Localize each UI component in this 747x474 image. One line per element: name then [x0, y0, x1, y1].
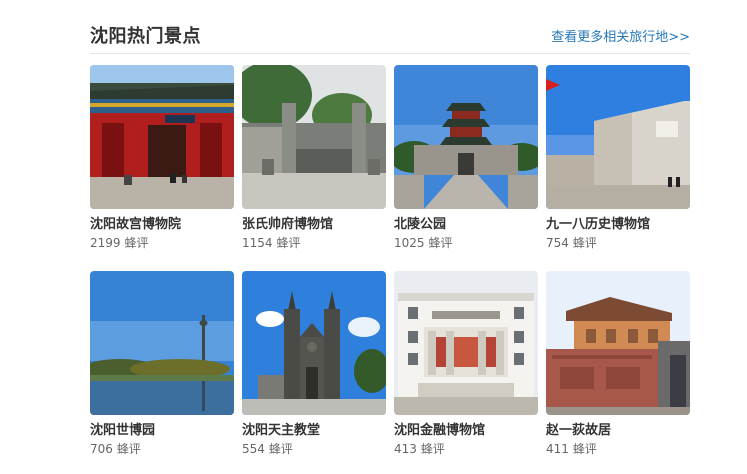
cathedral-photo[interactable] — [242, 271, 386, 415]
header-divider — [90, 53, 690, 54]
attractions-grid: 沈阳故宫博物院 2199 蜂评 张氏帅府博物馆 1154 蜂评 北陵公园 102… — [90, 65, 690, 457]
review-number: 413 — [394, 442, 417, 456]
review-count: 2199 蜂评 — [90, 236, 234, 251]
review-unit: 蜂评 — [572, 236, 597, 250]
review-unit: 蜂评 — [268, 442, 293, 456]
attraction-name[interactable]: 赵一荻故居 — [546, 423, 690, 439]
hot-attractions-section: 沈阳热门景点 查看更多相关旅行地>> 沈阳故宫博物院 2199 蜂评 张氏帅府博… — [0, 0, 747, 474]
attraction-card[interactable]: 九一八历史博物馆 754 蜂评 — [546, 65, 690, 251]
attraction-name[interactable]: 北陵公园 — [394, 217, 538, 233]
review-count: 706 蜂评 — [90, 442, 234, 457]
residence-photo[interactable] — [546, 271, 690, 415]
review-unit: 蜂评 — [572, 442, 597, 456]
review-unit: 蜂评 — [276, 236, 301, 250]
palace-photo[interactable] — [90, 65, 234, 209]
review-number: 554 — [242, 442, 265, 456]
attraction-name[interactable]: 九一八历史博物馆 — [546, 217, 690, 233]
bank-building-photo[interactable] — [394, 271, 538, 415]
review-count: 554 蜂评 — [242, 442, 386, 457]
review-number: 754 — [546, 236, 569, 250]
attraction-card[interactable]: 赵一荻故居 411 蜂评 — [546, 271, 690, 457]
review-count: 1025 蜂评 — [394, 236, 538, 251]
review-number: 1154 — [242, 236, 273, 250]
attraction-card[interactable]: 北陵公园 1025 蜂评 — [394, 65, 538, 251]
memorial-monument-photo[interactable] — [546, 65, 690, 209]
lake-tower-photo[interactable] — [90, 271, 234, 415]
attraction-name[interactable]: 沈阳天主教堂 — [242, 423, 386, 439]
attraction-name[interactable]: 张氏帅府博物馆 — [242, 217, 386, 233]
review-unit: 蜂评 — [420, 442, 445, 456]
attraction-card[interactable]: 沈阳故宫博物院 2199 蜂评 — [90, 65, 234, 251]
review-unit: 蜂评 — [428, 236, 453, 250]
review-number: 706 — [90, 442, 113, 456]
more-destinations-link[interactable]: 查看更多相关旅行地>> — [551, 26, 690, 45]
review-count: 411 蜂评 — [546, 442, 690, 457]
tomb-tower-photo[interactable] — [394, 65, 538, 209]
section-header: 沈阳热门景点 查看更多相关旅行地>> — [90, 20, 690, 52]
review-number: 1025 — [394, 236, 425, 250]
attraction-name[interactable]: 沈阳世博园 — [90, 423, 234, 439]
review-count: 413 蜂评 — [394, 442, 538, 457]
attraction-card[interactable]: 沈阳世博园 706 蜂评 — [90, 271, 234, 457]
review-unit: 蜂评 — [124, 236, 149, 250]
review-number: 2199 — [90, 236, 121, 250]
review-count: 1154 蜂评 — [242, 236, 386, 251]
attraction-name[interactable]: 沈阳金融博物馆 — [394, 423, 538, 439]
attraction-card[interactable]: 张氏帅府博物馆 1154 蜂评 — [242, 65, 386, 251]
review-count: 754 蜂评 — [546, 236, 690, 251]
section-title: 沈阳热门景点 — [90, 26, 201, 47]
attraction-name[interactable]: 沈阳故宫博物院 — [90, 217, 234, 233]
mansion-gate-photo[interactable] — [242, 65, 386, 209]
review-unit: 蜂评 — [116, 442, 141, 456]
attraction-card[interactable]: 沈阳金融博物馆 413 蜂评 — [394, 271, 538, 457]
attraction-card[interactable]: 沈阳天主教堂 554 蜂评 — [242, 271, 386, 457]
review-number: 411 — [546, 442, 569, 456]
